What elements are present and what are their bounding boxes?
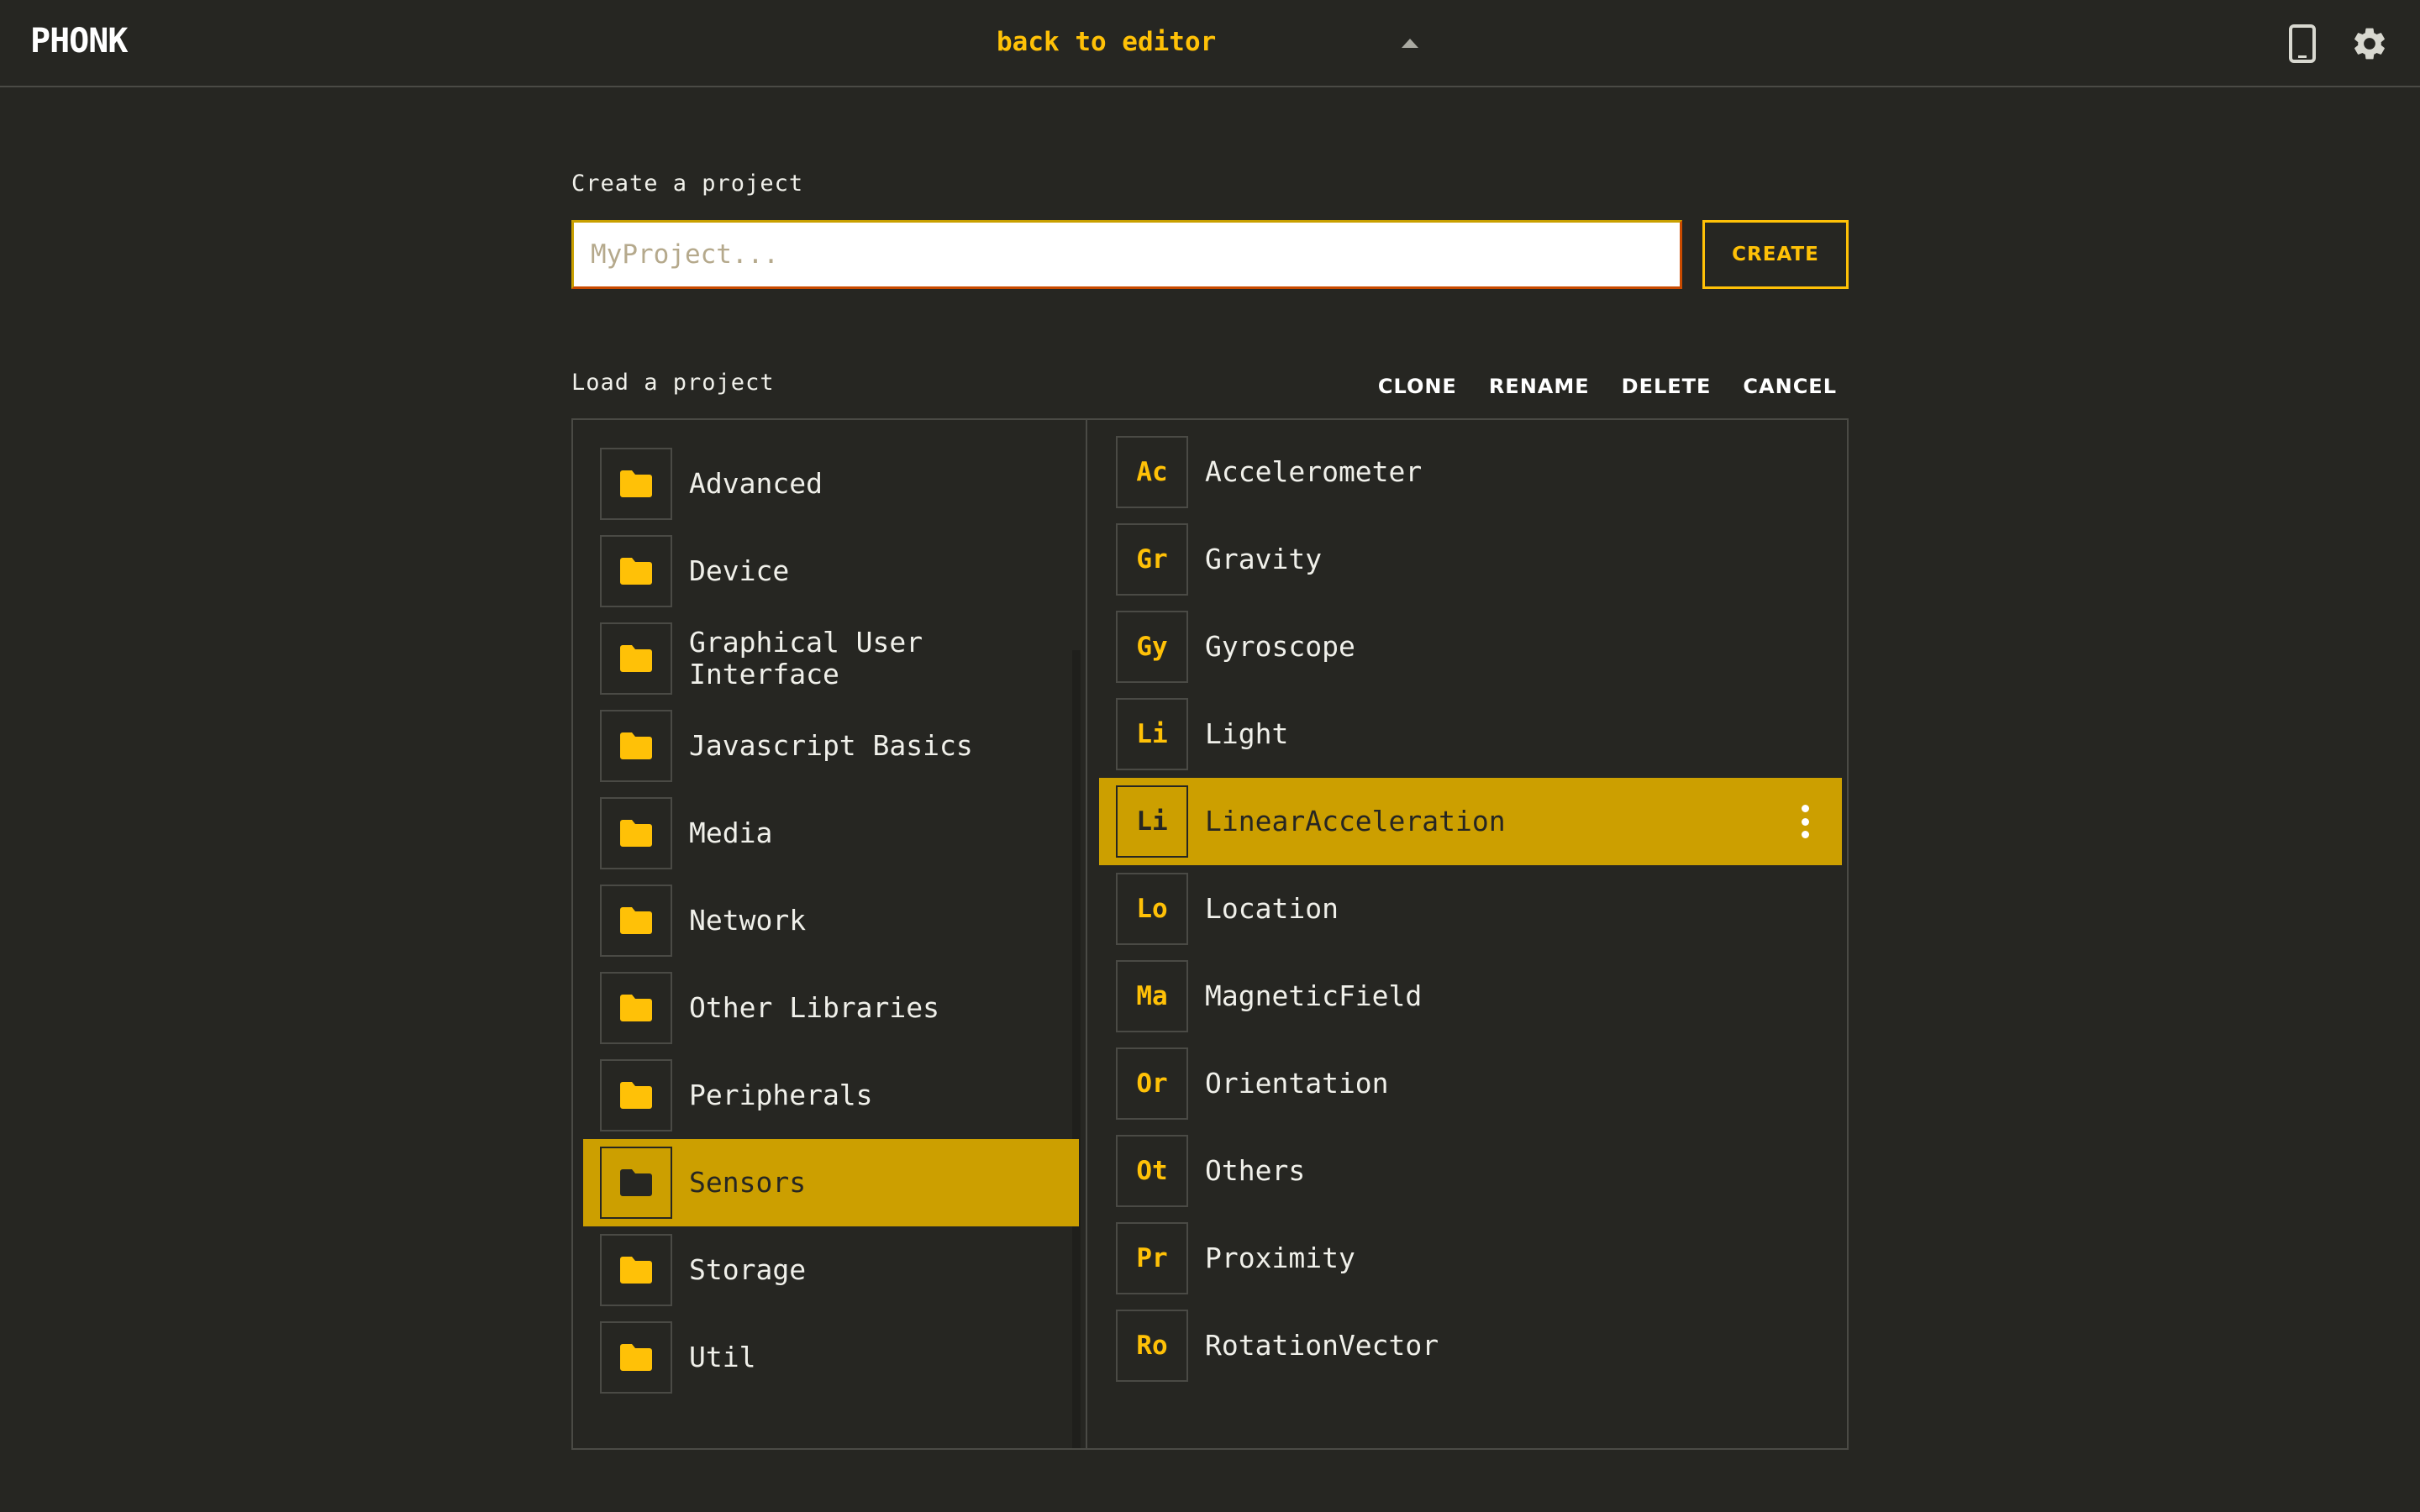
project-thumbnail: Ot (1116, 1135, 1188, 1207)
folder-item[interactable]: Other Libraries (583, 964, 1079, 1052)
project-label: Light (1205, 717, 1289, 750)
folder-label: Util (689, 1341, 756, 1373)
project-label: Orientation (1205, 1067, 1389, 1100)
project-item[interactable]: Gy Gyroscope (1099, 603, 1842, 690)
project-item[interactable]: Ro RotationVector (1099, 1302, 1842, 1389)
folder-icon (600, 448, 672, 520)
project-label: Others (1205, 1154, 1306, 1187)
cancel-button[interactable]: CANCEL (1743, 375, 1837, 398)
folder-item[interactable]: Peripherals (583, 1052, 1079, 1139)
project-item[interactable]: Or Orientation (1099, 1040, 1842, 1127)
folder-label: Sensors (689, 1166, 807, 1199)
folder-icon (600, 710, 672, 782)
project-item[interactable]: Li LinearAcceleration (1099, 778, 1842, 865)
project-label: Proximity (1205, 1242, 1355, 1274)
caret-up-icon[interactable] (1402, 39, 1418, 48)
project-browser: Advanced Device Graphical User Interface Ja… (571, 418, 1849, 1450)
project-abbreviation: Gy (1136, 632, 1168, 662)
project-item[interactable]: Ac Accelerometer (1099, 428, 1842, 516)
project-abbreviation: Gr (1136, 544, 1168, 575)
rename-button[interactable]: RENAME (1489, 375, 1590, 398)
folder-label: Graphical User Interface (689, 626, 923, 690)
project-thumbnail: Ro (1116, 1310, 1188, 1382)
project-thumbnail: Ac (1116, 436, 1188, 508)
project-item[interactable]: Lo Location (1099, 865, 1842, 953)
top-bar: PHONK back to editor (0, 0, 2420, 87)
folder-icon (600, 797, 672, 869)
project-label: RotationVector (1205, 1329, 1439, 1362)
delete-button[interactable]: DELETE (1622, 375, 1712, 398)
project-label: MagneticField (1205, 979, 1423, 1012)
project-thumbnail: Lo (1116, 873, 1188, 945)
folder-icon (600, 1234, 672, 1306)
folder-label: Network (689, 904, 807, 937)
folder-label: Advanced (689, 467, 823, 500)
project-label: Location (1205, 892, 1339, 925)
project-abbreviation: Li (1136, 806, 1168, 837)
folder-list: Advanced Device Graphical User Interface Ja… (573, 420, 1087, 1448)
folder-item[interactable]: Storage (583, 1226, 1079, 1314)
folder-label: Other Libraries (689, 991, 940, 1024)
folder-icon (600, 1147, 672, 1219)
clone-button[interactable]: CLONE (1378, 375, 1457, 398)
project-item[interactable]: Pr Proximity (1099, 1215, 1842, 1302)
project-actions: CLONE RENAME DELETE CANCEL (1378, 375, 1849, 398)
folder-icon (600, 972, 672, 1044)
project-abbreviation: Ot (1136, 1156, 1168, 1186)
folder-icon (600, 1321, 672, 1394)
back-to-editor-link[interactable]: back to editor (997, 27, 1216, 57)
folder-item[interactable]: Network (583, 877, 1079, 964)
project-label: Gyroscope (1205, 630, 1355, 663)
create-button[interactable]: CREATE (1702, 220, 1849, 289)
project-thumbnail: Pr (1116, 1222, 1188, 1294)
more-options-icon[interactable] (1800, 805, 1810, 838)
folder-item[interactable]: Media (583, 790, 1079, 877)
gear-icon[interactable] (2346, 20, 2393, 67)
folder-label: Peripherals (689, 1079, 873, 1111)
folder-item[interactable]: Device (583, 528, 1079, 615)
project-label: Accelerometer (1205, 455, 1423, 488)
project-list: Ac Accelerometer Gr Gravity Gy Gyroscope Li Lig… (1089, 420, 1849, 1448)
folder-icon (600, 885, 672, 957)
project-item[interactable]: Ma MagneticField (1099, 953, 1842, 1040)
load-project-label: Load a project (571, 370, 775, 396)
folder-item[interactable]: Util (583, 1314, 1079, 1401)
project-label: Gravity (1205, 543, 1323, 575)
folder-label: Device (689, 554, 790, 587)
project-abbreviation: Or (1136, 1068, 1168, 1099)
folder-label: Javascript Basics (689, 729, 973, 762)
project-label: LinearAcceleration (1205, 805, 1506, 837)
folder-item[interactable]: Advanced (583, 440, 1079, 528)
folder-item[interactable]: Javascript Basics (583, 702, 1079, 790)
folder-label: Storage (689, 1253, 807, 1286)
project-abbreviation: Ac (1136, 457, 1168, 487)
project-item[interactable]: Ot Others (1099, 1127, 1842, 1215)
phone-icon[interactable] (2279, 20, 2326, 67)
project-thumbnail: Gy (1116, 611, 1188, 683)
project-abbreviation: Ro (1136, 1331, 1168, 1361)
project-thumbnail: Li (1116, 698, 1188, 770)
project-abbreviation: Pr (1136, 1243, 1168, 1273)
project-abbreviation: Ma (1136, 981, 1168, 1011)
folder-icon (600, 535, 672, 607)
folder-icon (600, 1059, 672, 1131)
app-logo: PHONK (30, 22, 128, 60)
folder-icon (600, 622, 672, 695)
project-abbreviation: Li (1136, 719, 1168, 749)
project-thumbnail: Gr (1116, 523, 1188, 596)
project-item[interactable]: Li Light (1099, 690, 1842, 778)
project-thumbnail: Or (1116, 1047, 1188, 1120)
project-thumbnail: Li (1116, 785, 1188, 858)
project-item[interactable]: Gr Gravity (1099, 516, 1842, 603)
project-thumbnail: Ma (1116, 960, 1188, 1032)
create-project-label: Create a project (571, 171, 804, 197)
folder-label: Media (689, 816, 773, 849)
folder-item[interactable]: Graphical User Interface (583, 615, 1079, 702)
project-abbreviation: Lo (1136, 894, 1168, 924)
project-name-input[interactable] (571, 220, 1682, 289)
folder-item[interactable]: Sensors (583, 1139, 1079, 1226)
